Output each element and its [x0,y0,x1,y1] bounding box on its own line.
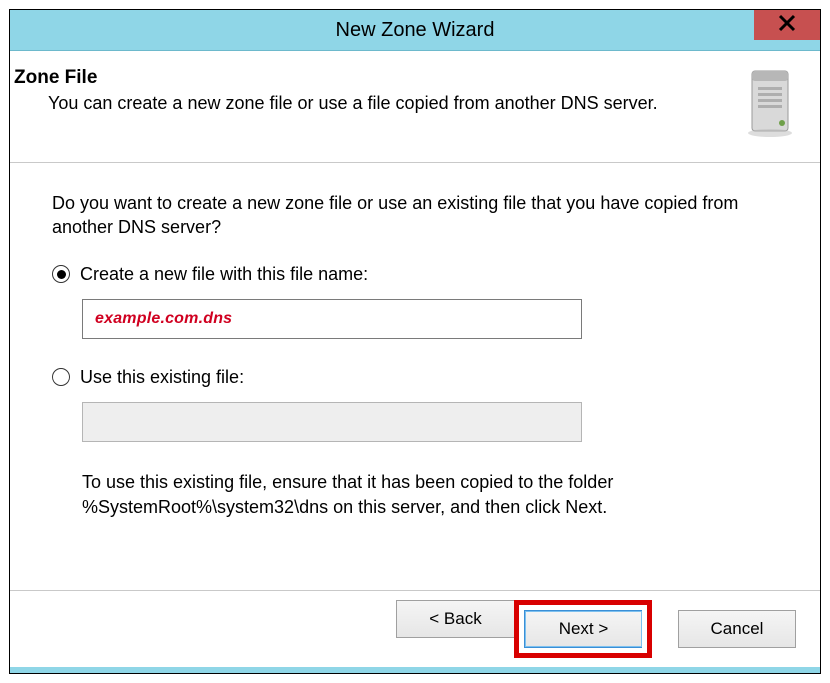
wizard-body: Do you want to create a new zone file or… [10,163,820,590]
next-button-highlight: Next > [514,600,652,658]
next-button[interactable]: Next > [524,610,642,648]
new-file-name-value: example.com.dns [95,310,232,328]
radio-use-existing[interactable] [52,368,70,386]
close-icon [778,14,796,36]
existing-file-note: To use this existing file, ensure that i… [82,470,778,520]
window-title: New Zone Wizard [336,19,495,42]
back-button[interactable]: < Back [396,600,514,638]
option-use-existing-file[interactable]: Use this existing file: [52,367,778,388]
titlebar: New Zone Wizard [10,10,820,51]
page-heading: Zone File [14,67,744,89]
bottom-window-edge [10,667,820,673]
radio-create-new[interactable] [52,265,70,283]
close-button[interactable] [754,10,820,40]
new-file-name-input[interactable]: example.com.dns [82,299,582,339]
back-button-label: < Back [429,609,481,629]
server-tower-icon [744,67,800,144]
wizard-window: New Zone Wizard Zone File You can create… [9,9,821,674]
cancel-button[interactable]: Cancel [678,610,796,648]
option-create-label: Create a new file with this file name: [80,264,368,285]
wizard-header: Zone File You can create a new zone file… [10,51,820,163]
existing-file-name-input [82,402,582,442]
page-subheading: You can create a new zone file or use a … [14,93,744,114]
body-prompt: Do you want to create a new zone file or… [52,191,778,240]
cancel-button-label: Cancel [711,619,764,639]
wizard-footer: < Back Next > Cancel [10,591,820,667]
next-button-label: Next > [559,619,609,639]
option-existing-label: Use this existing file: [80,367,244,388]
option-create-new-file[interactable]: Create a new file with this file name: [52,264,778,285]
